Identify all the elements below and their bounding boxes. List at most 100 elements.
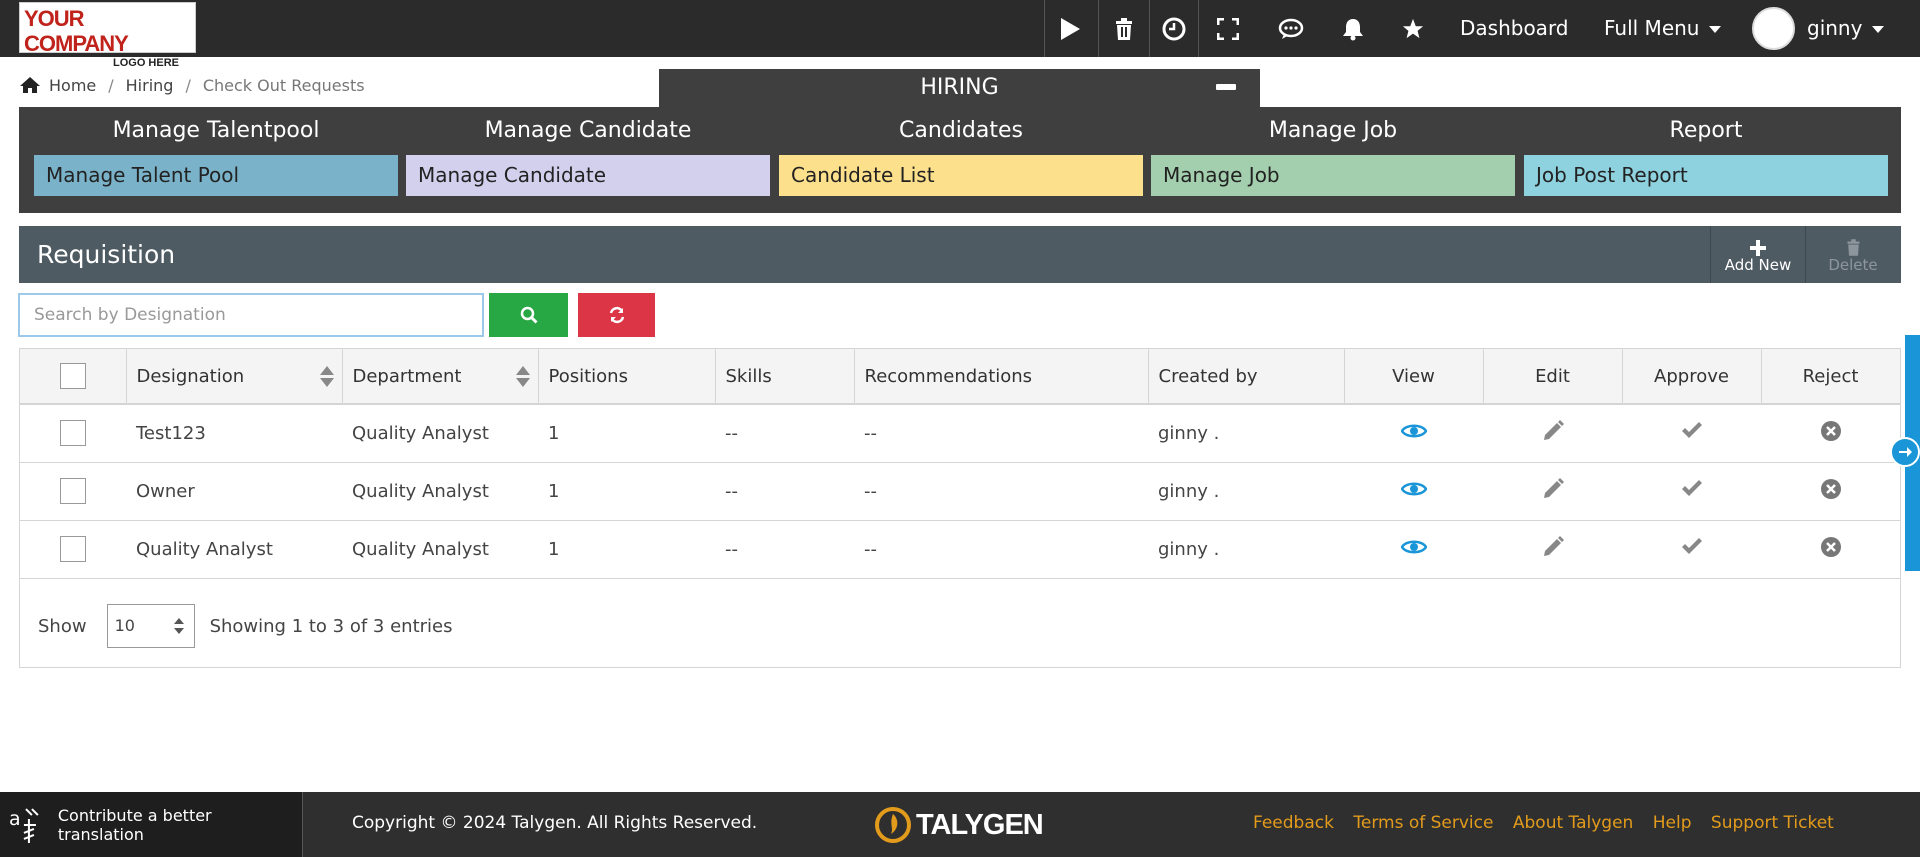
reject-action[interactable] [1761, 462, 1900, 521]
manage-job-link[interactable]: Manage Job [1151, 155, 1515, 196]
column-header-department[interactable]: Department [342, 349, 539, 405]
table-row: Quality Analyst Quality Analyst 1 -- -- … [20, 520, 1900, 579]
sort-icon[interactable] [319, 366, 334, 388]
table-row: Owner Quality Analyst 1 -- -- ginny . [20, 462, 1900, 521]
home-icon [20, 77, 40, 93]
column-header-designation[interactable]: Designation [126, 349, 343, 405]
translate-contribution[interactable]: a Contribute a better translation [0, 792, 303, 857]
breadcrumb-hiring[interactable]: Hiring [126, 76, 174, 95]
row-select-cell [20, 520, 126, 579]
full-menu-dropdown[interactable]: Full Menu [1604, 0, 1722, 57]
eye-icon [1400, 482, 1427, 495]
show-label: Show [38, 615, 87, 637]
cell-recommendations: -- [854, 520, 1148, 579]
close-circle-icon [1820, 420, 1841, 441]
top-navigation-bar: YOUR COMPANY LOGO HERE Dashboard Full Me… [0, 0, 1920, 69]
row-checkbox[interactable] [60, 536, 86, 562]
dashboard-link[interactable]: Dashboard [1460, 0, 1569, 57]
clock-icon[interactable] [1150, 0, 1198, 57]
edit-action[interactable] [1483, 404, 1622, 463]
row-checkbox[interactable] [60, 420, 86, 447]
footer-link-terms[interactable]: Terms of Service [1353, 813, 1493, 833]
column-header-created-by: Created by [1148, 349, 1345, 405]
view-action[interactable] [1344, 520, 1483, 579]
search-input[interactable] [18, 293, 484, 337]
pencil-icon [1543, 477, 1564, 498]
reject-action[interactable] [1761, 404, 1900, 463]
footer-link-about[interactable]: About Talygen [1513, 813, 1633, 833]
app-root: { "brand": { "logo_line1": "YOUR COMPANY… [0, 0, 1920, 857]
star-icon[interactable] [1390, 0, 1436, 57]
trash-icon[interactable] [1099, 0, 1149, 57]
hiring-title: HIRING [920, 75, 999, 100]
cell-designation: Test123 [126, 404, 342, 463]
side-drawer-toggle[interactable] [1890, 437, 1920, 467]
column-header-view: View [1344, 349, 1484, 405]
user-name: ginny [1807, 16, 1863, 40]
row-select-cell [20, 462, 126, 521]
chevron-down-icon [1872, 26, 1885, 33]
chat-icon[interactable] [1268, 0, 1314, 57]
entries-info: Showing 1 to 3 of 3 entries [209, 615, 453, 637]
delete-button[interactable]: Delete [1805, 226, 1900, 283]
cell-skills: -- [715, 520, 854, 579]
hiring-column-job: Manage Job Manage Job [1151, 107, 1515, 196]
company-logo[interactable]: YOUR COMPANY LOGO HERE [19, 2, 196, 69]
play-icon[interactable] [1045, 0, 1095, 57]
column-header-edit: Edit [1483, 349, 1623, 405]
edit-action[interactable] [1483, 520, 1622, 579]
reject-action[interactable] [1761, 520, 1900, 579]
page-size-select[interactable]: 10 [106, 604, 195, 648]
cell-recommendations: -- [854, 404, 1148, 463]
pencil-icon [1543, 419, 1564, 440]
approve-action[interactable] [1622, 520, 1761, 579]
cell-created-by: ginny . [1148, 404, 1344, 463]
job-post-report-link[interactable]: Job Post Report [1524, 155, 1888, 196]
approve-action[interactable] [1622, 404, 1761, 463]
check-icon [1681, 537, 1702, 554]
breadcrumb-separator: / [185, 75, 191, 95]
divider [1198, 0, 1199, 57]
view-action[interactable] [1344, 404, 1483, 463]
table-row: Test123 Quality Analyst 1 -- -- ginny . [20, 404, 1900, 463]
footer-link-help[interactable]: Help [1653, 813, 1692, 833]
page-size-value: 10 [114, 616, 135, 635]
collapse-icon[interactable] [1216, 84, 1236, 90]
delete-label: Delete [1828, 256, 1878, 274]
manage-talent-pool-link[interactable]: Manage Talent Pool [34, 155, 398, 196]
add-new-button[interactable]: Add New [1710, 226, 1805, 283]
manage-candidate-link[interactable]: Manage Candidate [406, 155, 770, 196]
cell-department: Quality Analyst [342, 462, 538, 521]
bell-icon[interactable] [1330, 0, 1376, 57]
row-checkbox[interactable] [60, 478, 86, 504]
translate-icon: a [9, 808, 39, 843]
cell-skills: -- [715, 404, 854, 463]
candidate-list-link[interactable]: Candidate List [779, 155, 1143, 196]
requisition-table: Designation Department Positions Skills … [20, 349, 1901, 579]
talygen-logo: TALYGEN [874, 804, 1044, 846]
column-title: Report [1669, 118, 1743, 143]
edit-action[interactable] [1483, 462, 1622, 521]
user-menu-dropdown[interactable]: ginny [1807, 0, 1885, 57]
add-new-label: Add New [1724, 256, 1792, 274]
sort-icon[interactable] [515, 366, 530, 388]
hiring-panel-header: HIRING [659, 69, 1260, 107]
search-button[interactable] [489, 293, 568, 337]
view-action[interactable] [1344, 462, 1483, 521]
breadcrumb-home[interactable]: Home [49, 76, 96, 95]
select-all-cell [20, 349, 127, 405]
hiring-column-talentpool: Manage Talentpool Manage Talent Pool [34, 107, 398, 196]
reset-button[interactable] [578, 293, 655, 337]
footer-link-feedback[interactable]: Feedback [1253, 813, 1334, 833]
eye-icon [1400, 424, 1427, 438]
avatar[interactable] [1752, 7, 1795, 50]
column-header-positions: Positions [538, 349, 716, 405]
close-circle-icon [1820, 478, 1841, 499]
fullscreen-icon[interactable] [1205, 0, 1251, 57]
check-icon [1681, 479, 1702, 496]
approve-action[interactable] [1622, 462, 1761, 521]
select-all-checkbox[interactable] [59, 363, 86, 389]
page-title: Requisition [37, 240, 176, 269]
copyright-text: Copyright © 2024 Talygen. All Rights Res… [352, 813, 758, 833]
footer-link-support[interactable]: Support Ticket [1711, 813, 1834, 833]
